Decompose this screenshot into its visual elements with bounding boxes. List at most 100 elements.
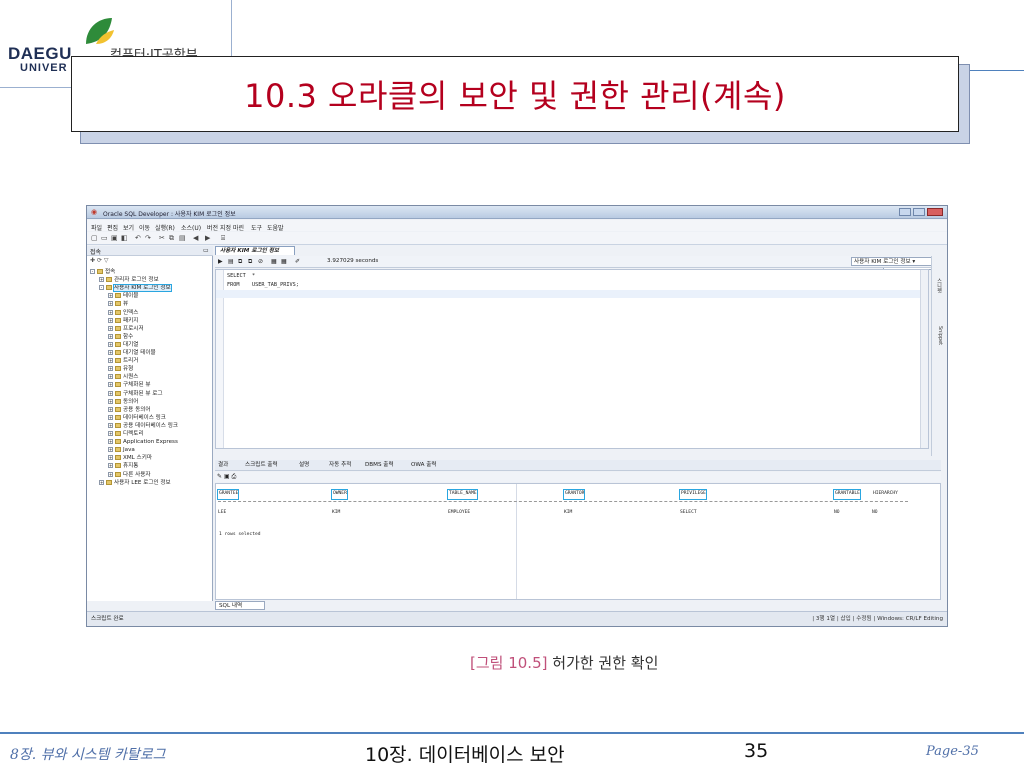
expand-toggle-icon[interactable]: + <box>108 439 113 445</box>
expand-toggle-icon[interactable]: - <box>90 269 95 274</box>
expand-toggle-icon[interactable]: + <box>108 301 113 307</box>
tree-item[interactable]: + 뷰 <box>108 300 128 308</box>
tree-item[interactable]: + 공용 데이터베이스 링크 <box>108 422 178 430</box>
run-icon[interactable]: ▶ <box>218 256 223 267</box>
side-tab-snippet[interactable]: 스니펫 <box>935 278 943 293</box>
cancel-icon[interactable]: ⊘ <box>258 256 263 267</box>
add-connection-icon[interactable]: ✚ <box>90 257 95 264</box>
side-tab-snippet-en[interactable]: Snippet <box>935 326 943 345</box>
tree-item[interactable]: + 구체화된 뷰 로그 <box>108 390 163 398</box>
menu-file[interactable]: 파일 <box>91 223 102 232</box>
menu-run[interactable]: 실행(R) <box>155 223 175 232</box>
refresh-icon[interactable]: ⟳ <box>97 257 102 264</box>
expand-toggle-icon[interactable]: + <box>108 309 113 315</box>
minimize-button[interactable] <box>899 208 911 216</box>
tree-item[interactable]: + 대기열 <box>108 341 138 349</box>
tree-item[interactable]: + 데이터베이스 링크 <box>108 414 166 422</box>
tree-item[interactable]: + 함수 <box>108 333 133 341</box>
open-icon[interactable]: ▭ <box>101 234 108 242</box>
undo-icon[interactable]: ↶ <box>135 234 141 242</box>
expand-toggle-icon[interactable]: + <box>108 414 113 420</box>
tree-item[interactable]: + 패키지 <box>108 317 138 325</box>
tab-dbms-output[interactable]: DBMS 출력 <box>365 460 394 470</box>
edit-icon[interactable]: ✎ <box>217 473 222 480</box>
expand-toggle-icon[interactable]: + <box>108 293 113 299</box>
connections-tab[interactable]: 접속 <box>90 247 101 256</box>
tree-item[interactable]: + 사용자 LEE 로그인 정보 <box>99 479 171 487</box>
tree-item[interactable]: + 인덱스 <box>108 309 138 317</box>
run-script-icon[interactable]: ▤ <box>228 256 234 267</box>
back-icon[interactable]: ◀ <box>193 234 198 242</box>
autotrace-icon[interactable]: ▦ <box>281 256 287 267</box>
tree-item[interactable]: + Application Express <box>108 438 178 446</box>
expand-toggle-icon[interactable]: + <box>108 382 113 388</box>
save-output-icon[interactable]: ▣ <box>224 473 230 480</box>
expand-toggle-icon[interactable]: + <box>108 406 113 412</box>
expand-toggle-icon[interactable]: + <box>108 350 113 355</box>
tree-item[interactable]: + XML 스키마 <box>108 454 152 462</box>
menu-migration[interactable]: 마린 <box>233 223 244 232</box>
tree-item[interactable]: + 시퀀스 <box>108 373 138 381</box>
tree-item[interactable]: + 공용 동의어 <box>108 406 151 414</box>
menu-navigate[interactable]: 이동 <box>139 223 150 232</box>
menu-versioning[interactable]: 버전 지정 <box>207 223 231 232</box>
expand-toggle-icon[interactable]: + <box>108 358 113 364</box>
expand-toggle-icon[interactable]: + <box>108 463 113 469</box>
maximize-button[interactable] <box>913 208 925 216</box>
save-all-icon[interactable]: ◧ <box>121 234 128 242</box>
expand-toggle-icon[interactable]: - <box>99 285 104 291</box>
expand-toggle-icon[interactable]: + <box>108 366 113 372</box>
copy-icon[interactable]: ⧉ <box>169 234 174 243</box>
tree-item[interactable]: + Java <box>108 446 135 454</box>
menu-view[interactable]: 보기 <box>123 223 134 232</box>
paste-icon[interactable]: ▤ <box>179 234 186 242</box>
tree-item[interactable]: + 유형 <box>108 365 133 373</box>
expand-toggle-icon[interactable]: + <box>108 398 113 404</box>
commit-icon[interactable]: ⧉ <box>238 256 242 267</box>
expand-toggle-icon[interactable]: + <box>108 341 113 347</box>
new-icon[interactable]: ▢ <box>91 234 98 242</box>
menu-help[interactable]: 도움말 <box>267 223 284 232</box>
sql-editor[interactable]: SELECT * FROM USER_TAB_PRIVS; <box>215 269 929 449</box>
tree-item[interactable]: + 디렉토리 <box>108 430 144 438</box>
expand-toggle-icon[interactable]: + <box>108 317 113 323</box>
clear-icon[interactable]: ✐ <box>295 256 300 267</box>
sql-icon[interactable]: ⌸ <box>221 234 225 243</box>
tab-script-output[interactable]: 스크립트 출력 <box>245 460 278 470</box>
cut-icon[interactable]: ✂ <box>159 234 165 242</box>
menu-source[interactable]: 소스(U) <box>181 223 201 232</box>
save-icon[interactable]: ▣ <box>111 234 118 242</box>
tab-explain[interactable]: 설명 <box>299 460 309 470</box>
tree-item[interactable]: + 관리자 로그인 정보 <box>99 276 159 284</box>
tab-autotrace[interactable]: 자동 추적 <box>329 460 351 470</box>
editor-scrollbar[interactable] <box>920 270 928 448</box>
expand-toggle-icon[interactable]: + <box>108 471 113 477</box>
expand-toggle-icon[interactable]: + <box>108 455 113 461</box>
sql-history-tab[interactable]: SQL 내역 <box>215 601 265 610</box>
expand-toggle-icon[interactable]: + <box>108 447 113 453</box>
tree-item[interactable]: + 휴지통 <box>108 462 138 470</box>
redo-icon[interactable]: ↷ <box>145 234 151 242</box>
expand-toggle-icon[interactable]: + <box>108 431 113 436</box>
tree-item[interactable]: - 사용자 KIM 로그인 정보 <box>99 284 172 293</box>
expand-toggle-icon[interactable]: + <box>99 479 104 485</box>
worksheet-tab[interactable]: 사용자 KIM 로그인 정보 <box>215 246 295 255</box>
expand-toggle-icon[interactable]: + <box>108 333 113 339</box>
tree-item[interactable]: + 대기열 테이블 <box>108 349 156 357</box>
menu-edit[interactable]: 편집 <box>107 223 118 232</box>
expand-toggle-icon[interactable]: + <box>99 277 104 283</box>
print-icon[interactable]: ⎙ <box>232 473 237 480</box>
explain-icon[interactable]: ▦ <box>271 256 277 267</box>
close-button[interactable] <box>927 208 943 216</box>
tree-item[interactable]: + 프로시저 <box>108 325 144 333</box>
expand-toggle-icon[interactable]: + <box>108 422 113 428</box>
connection-select[interactable]: 사용자 KIM 로그인 정보 ▾ <box>851 257 937 266</box>
tree-item[interactable]: + 다른 사용자 <box>108 471 151 479</box>
expand-toggle-icon[interactable]: + <box>108 390 113 396</box>
tab-results[interactable]: 결과 <box>218 460 228 470</box>
tree-item[interactable]: - 접속 <box>90 268 115 276</box>
expand-toggle-icon[interactable]: + <box>108 325 113 331</box>
tree-item[interactable]: + 테이블 <box>108 292 138 300</box>
expand-toggle-icon[interactable]: + <box>108 374 113 380</box>
tree-item[interactable]: + 트리거 <box>108 357 138 365</box>
